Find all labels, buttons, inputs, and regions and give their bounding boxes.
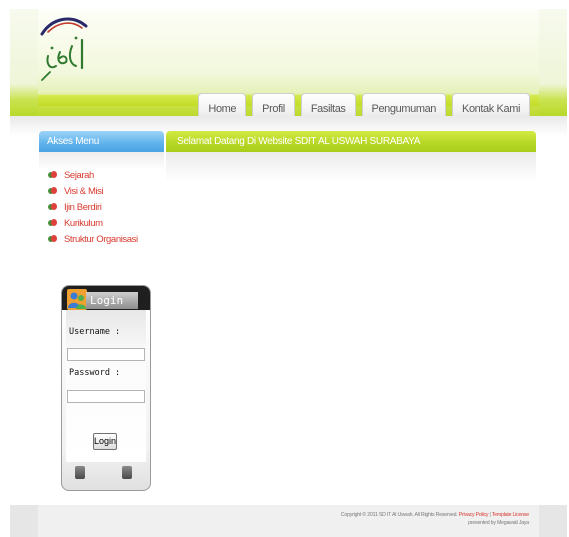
privacy-policy-link[interactable]: Privacy Policy xyxy=(459,512,489,518)
flower-bullet-icon xyxy=(48,219,57,228)
panel-peg xyxy=(75,466,85,479)
password-label: Password : xyxy=(69,368,121,378)
password-field[interactable] xyxy=(67,390,145,403)
panel-peg xyxy=(122,466,132,479)
username-field[interactable] xyxy=(67,348,145,361)
footer-side-right xyxy=(539,505,567,537)
footer-side-left xyxy=(10,505,38,537)
sidebar-item-sejarah[interactable]: Sejarah xyxy=(48,168,138,183)
users-icon xyxy=(67,289,87,310)
login-title: Login xyxy=(86,292,138,309)
sidebar-menu: Sejarah Visi & Misi Ijin Berdiri Kurikul… xyxy=(48,168,138,248)
sidebar-link[interactable]: Struktur Organisasi xyxy=(64,234,138,245)
page-title: Selamat Datang Di Website SDIT AL USWAH … xyxy=(166,131,536,152)
flower-bullet-icon xyxy=(48,235,57,244)
copyright-text: Copyright © 2011 SD IT Al Uswah. All Rig… xyxy=(340,512,458,518)
header-side-right xyxy=(539,9,567,116)
flower-bullet-icon xyxy=(48,203,57,212)
sidebar-item-kurikulum[interactable]: Kurikulum xyxy=(48,216,138,231)
sidebar-link[interactable]: Kurikulum xyxy=(64,218,103,229)
footer-credit: presented by Megawati Jaya xyxy=(468,520,529,526)
username-label: Username : xyxy=(69,327,121,337)
site-footer: Copyright © 2011 SD IT Al Uswah. All Rig… xyxy=(38,505,539,537)
flower-bullet-icon xyxy=(48,187,57,196)
header-side-left xyxy=(10,9,38,116)
sidebar-item-struktur-organisasi[interactable]: Struktur Organisasi xyxy=(48,232,138,247)
site-header: Home Profil Fasiltas Pengumuman Kontak K… xyxy=(38,9,539,123)
sidebar-item-visi-misi[interactable]: Visi & Misi xyxy=(48,184,138,199)
login-button[interactable]: Login xyxy=(93,433,117,450)
sidebar-link[interactable]: Ijin Berdiri xyxy=(64,202,102,213)
login-form: Username : Password : Login xyxy=(66,310,146,462)
footer-copyright: Copyright © 2011 SD IT Al Uswah. All Rig… xyxy=(341,511,529,527)
template-license-link[interactable]: Template License xyxy=(492,512,529,518)
sidebar-title: Akses Menu xyxy=(39,131,164,152)
main-content-area xyxy=(166,152,536,182)
sidebar-link[interactable]: Sejarah xyxy=(64,170,94,181)
flower-bullet-icon xyxy=(48,171,57,180)
sidebar-item-ijin-berdiri[interactable]: Ijin Berdiri xyxy=(48,200,138,215)
sidebar-link[interactable]: Visi & Misi xyxy=(64,186,104,197)
login-panel: Login Username : Password : Login xyxy=(61,285,151,491)
login-header: Login xyxy=(62,286,150,310)
calligraphy-logo[interactable] xyxy=(38,12,98,82)
footer-separator: | xyxy=(489,512,491,518)
